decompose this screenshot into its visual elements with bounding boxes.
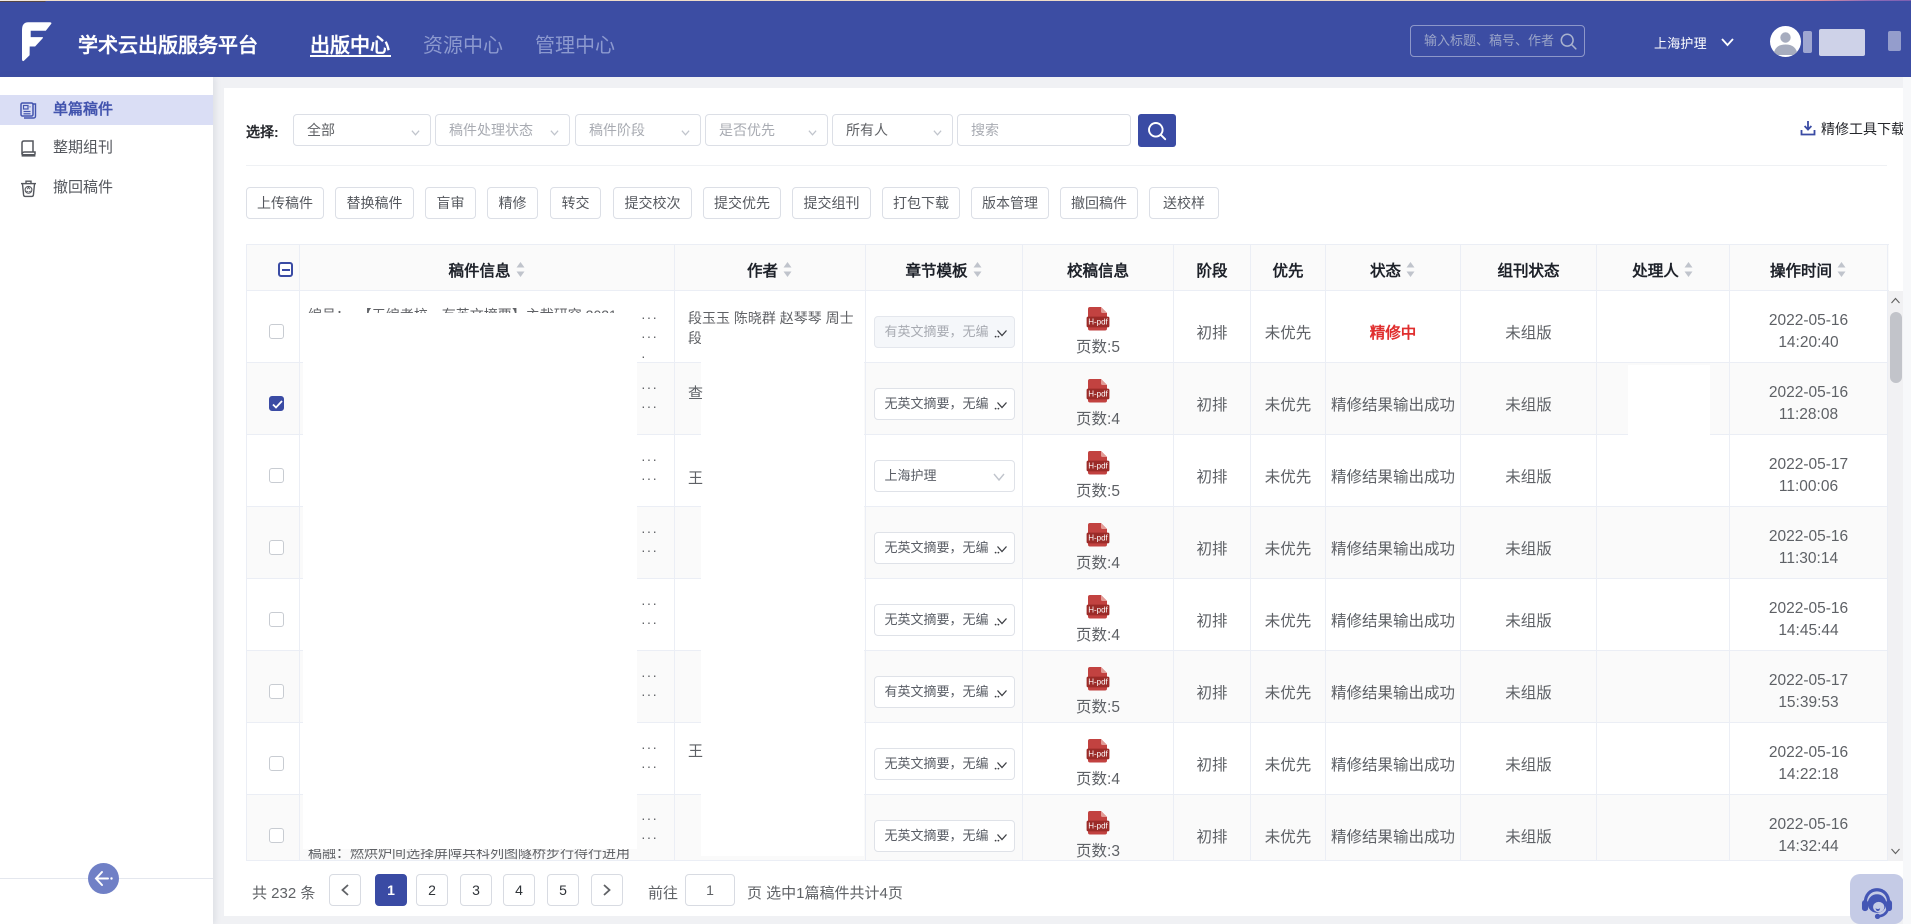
svg-text:H-pdf: H-pdf bbox=[1088, 461, 1108, 470]
svg-text:H-pdf: H-pdf bbox=[1088, 749, 1108, 758]
svg-text:H-pdf: H-pdf bbox=[1088, 821, 1108, 830]
svg-text:H-pdf: H-pdf bbox=[1088, 317, 1108, 326]
svg-text:H-pdf: H-pdf bbox=[1088, 533, 1108, 542]
svg-text:H-pdf: H-pdf bbox=[1088, 677, 1108, 686]
svg-text:H-pdf: H-pdf bbox=[1088, 389, 1108, 398]
svg-text:H-pdf: H-pdf bbox=[1088, 605, 1108, 614]
